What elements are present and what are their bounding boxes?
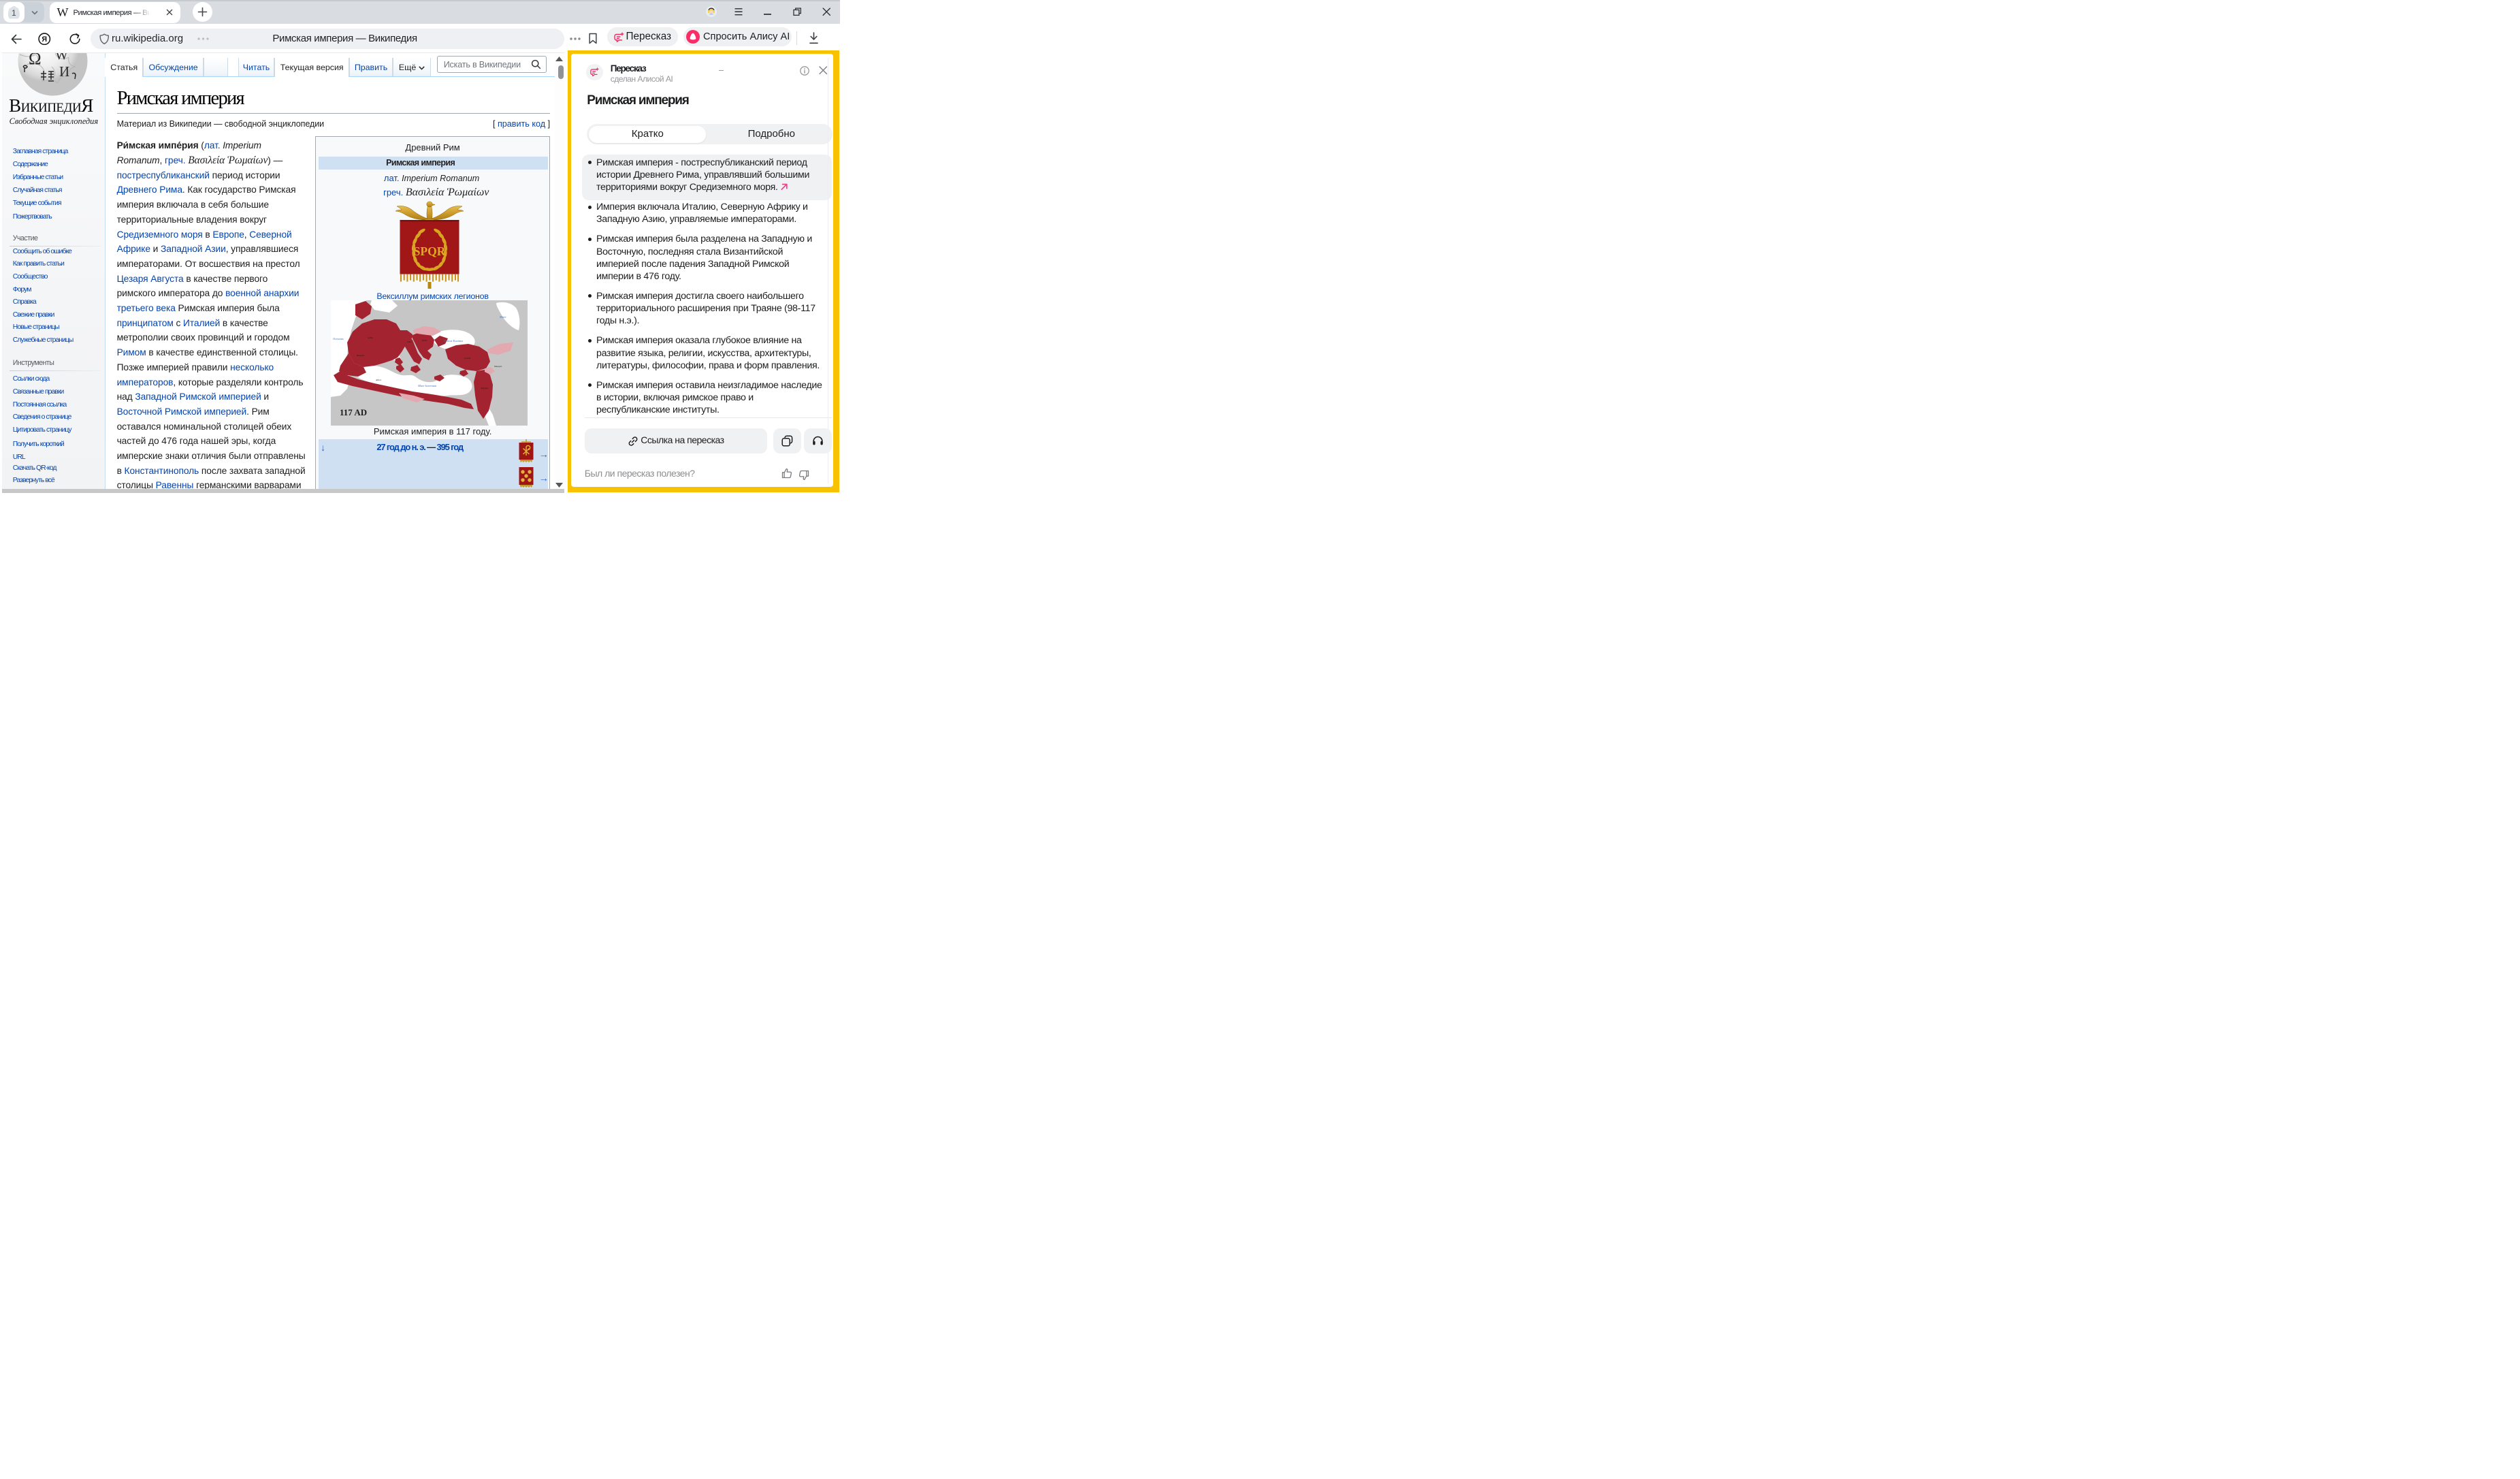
svg-text:Africa: Africa [376,379,382,381]
svg-text:117 AD: 117 AD [340,407,367,417]
svg-text:Mare Internum: Mare Internum [417,384,437,387]
svg-text:Pontus Euxinus: Pontus Euxinus [443,339,463,343]
svg-text:Mare: Mare [499,315,506,319]
svg-text:Ægyptus: Ægyptus [481,387,489,389]
svg-text:Dacia: Dacia [422,339,427,342]
svg-text:Hispania: Hispania [357,354,365,357]
svg-text:Italia: Italia [407,340,412,343]
svg-text:SPQR: SPQR [414,244,446,258]
svg-text:Gallia: Gallia [368,336,373,339]
svg-text:И: И [59,63,69,80]
svg-text:W: W [55,52,68,63]
svg-text:Mesopot.: Mesopot. [494,365,502,368]
svg-text:Я: Я [42,35,47,44]
svg-text:Ω: Ω [29,52,42,68]
svg-text:Oceanus: Oceanus [333,337,344,340]
svg-text:Galatia: Galatia [464,357,471,360]
